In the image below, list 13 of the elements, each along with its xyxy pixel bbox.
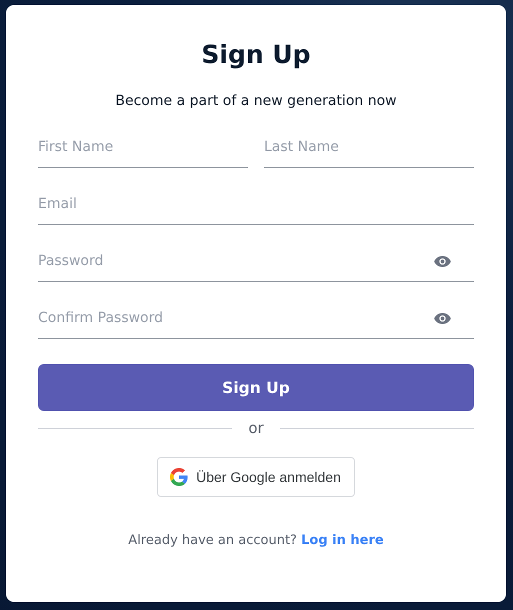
text-field[interactable]: First Name [38, 135, 248, 159]
text-field[interactable]: Email [38, 192, 474, 216]
google-logo-icon [170, 468, 188, 486]
subtitle: Become a part of a new generation now [115, 92, 397, 111]
login-prompt: Already have an account? Log in here [128, 533, 384, 548]
google-sign-in-button[interactable]: Über Google anmelden [157, 457, 355, 497]
sign-up-button[interactable]: Sign Up [38, 364, 474, 411]
password-field[interactable]: Confirm Password [38, 306, 433, 330]
page-title: Sign Up [201, 39, 311, 71]
text-field[interactable]: Last Name [264, 135, 474, 159]
divider-label: or [247, 418, 265, 439]
login-link[interactable]: Log in here [301, 533, 384, 548]
password-field[interactable]: Password [38, 249, 433, 273]
